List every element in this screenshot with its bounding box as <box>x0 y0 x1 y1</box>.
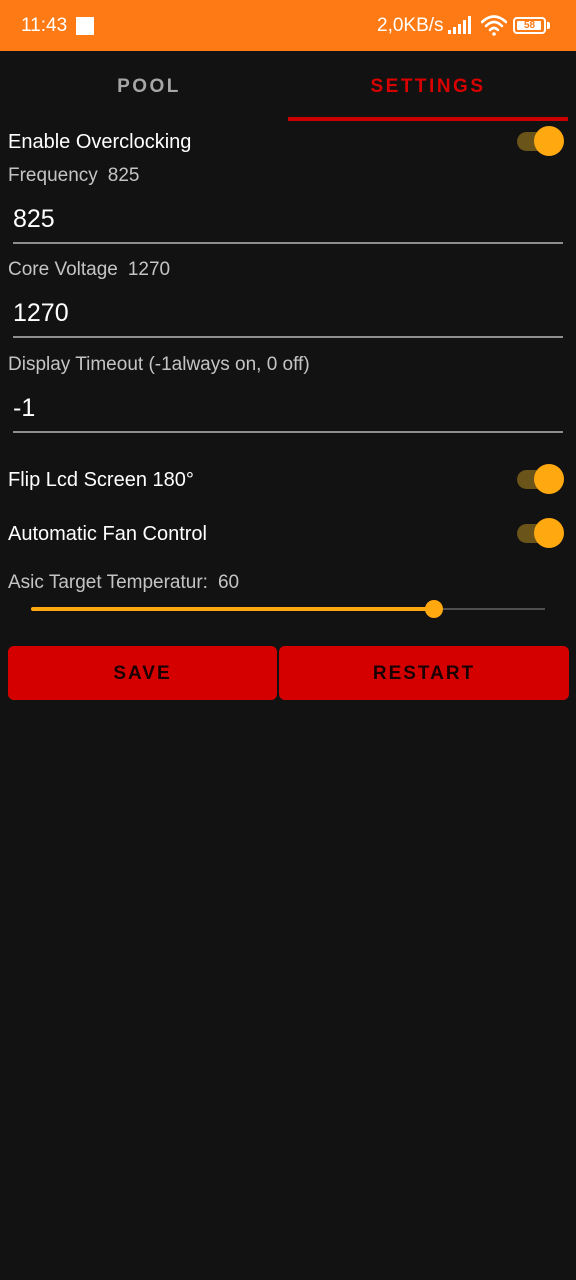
status-time: 11:43 <box>21 15 68 36</box>
core-voltage-current-value: 1270 <box>127 259 171 280</box>
display-timeout-field[interactable] <box>13 387 563 433</box>
battery-tip <box>547 22 550 29</box>
signal-icon <box>448 16 471 34</box>
core-voltage-field[interactable] <box>13 292 563 338</box>
tab-indicator <box>288 117 568 121</box>
status-bar: 11:43 2,0KB/s 58 <box>0 0 576 51</box>
display-timeout-input[interactable] <box>13 393 553 423</box>
notification-icon <box>76 17 94 35</box>
enable-overclocking-label: Enable Overclocking <box>8 131 192 153</box>
asic-target-temp-slider[interactable] <box>31 596 545 622</box>
save-button[interactable]: SAVE <box>8 646 277 700</box>
tab-pool[interactable]: POOL <box>10 51 288 122</box>
asic-target-temp-label: Asic Target Temperatur: 60 <box>8 571 239 595</box>
asic-target-temp-value: 60 <box>217 572 240 593</box>
restart-button[interactable]: RESTART <box>279 646 569 700</box>
battery-icon: 58 <box>513 17 546 34</box>
asic-target-temp-label-text: Asic Target Temperatur: <box>8 572 208 593</box>
flip-lcd-toggle[interactable] <box>517 464 565 494</box>
frequency-current-value: 825 <box>107 165 140 186</box>
slider-fill <box>31 607 434 611</box>
frequency-field[interactable] <box>13 198 563 244</box>
wifi-icon <box>481 15 507 36</box>
tab-bar: POOL SETTINGS <box>0 51 576 122</box>
enable-overclocking-toggle[interactable] <box>517 126 565 156</box>
auto-fan-toggle[interactable] <box>517 518 565 548</box>
auto-fan-label: Automatic Fan Control <box>8 523 207 545</box>
slider-thumb[interactable] <box>425 600 443 618</box>
network-speed: 2,0KB/s <box>377 15 444 36</box>
frequency-label-text: Frequency <box>8 165 98 186</box>
frequency-input[interactable] <box>13 204 553 234</box>
core-voltage-label: Core Voltage 1270 <box>8 258 170 282</box>
core-voltage-label-text: Core Voltage <box>8 259 118 280</box>
flip-lcd-label: Flip Lcd Screen 180° <box>8 469 194 491</box>
core-voltage-input[interactable] <box>13 298 553 328</box>
tab-settings[interactable]: SETTINGS <box>288 51 568 122</box>
battery-level: 58 <box>523 20 536 31</box>
frequency-label: Frequency 825 <box>8 164 139 188</box>
display-timeout-label: Display Timeout (-1always on, 0 off) <box>8 354 310 375</box>
